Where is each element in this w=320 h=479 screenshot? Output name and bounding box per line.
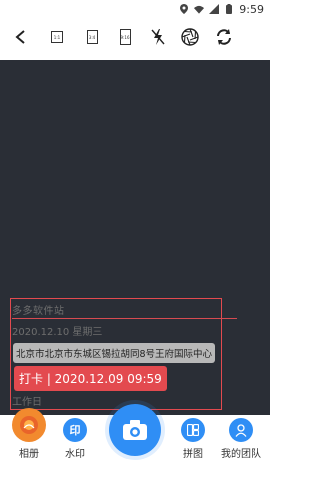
nav-album[interactable]: 相册 (4, 408, 54, 460)
nav-collage-label: 拼图 (183, 449, 203, 460)
watermark-icon: 印 (63, 418, 87, 442)
watermark-date: 2020.12.10 星期三 (12, 327, 103, 338)
ratio-9-16-button[interactable]: 9:16 (113, 25, 137, 49)
switch-camera-button[interactable] (212, 25, 236, 49)
battery-icon (224, 4, 234, 14)
nav-team[interactable]: 我的团队 (216, 418, 266, 460)
watermark-divider (12, 318, 237, 319)
wifi-icon (194, 4, 205, 14)
nav-collage[interactable]: 拼图 (168, 418, 218, 460)
status-bar: 9:59 (0, 0, 270, 18)
location-icon (179, 4, 189, 14)
flash-button[interactable] (146, 25, 170, 49)
flash-off-icon (151, 29, 165, 45)
ratio-1-1-icon: 1:1 (51, 31, 63, 43)
signal-icon (209, 4, 220, 14)
back-button[interactable] (9, 25, 33, 49)
collage-icon (181, 418, 205, 442)
ratio-1-1-button[interactable]: 1:1 (45, 25, 69, 49)
team-icon (229, 418, 253, 442)
watermark-site-name: 多多软件站 (12, 306, 65, 317)
aperture-button[interactable] (178, 25, 202, 49)
shutter-button[interactable] (109, 404, 161, 456)
watermark-address: 北京市北京市东城区锡拉胡同8号王府国际中心 (13, 343, 216, 363)
aperture-icon (181, 28, 199, 46)
album-icon (12, 408, 46, 442)
ratio-9-16-icon: 9:16 (119, 29, 131, 45)
nav-watermark-label: 水印 (65, 449, 85, 460)
nav-team-label: 我的团队 (221, 449, 261, 460)
status-time: 9:59 (239, 2, 264, 16)
back-arrow-icon (15, 30, 25, 44)
nav-album-label: 相册 (19, 449, 39, 460)
switch-camera-icon (217, 29, 231, 45)
watermark-punch-badge: 打卡 | 2020.12.09 09:59 (14, 366, 167, 391)
watermark-workday: 工作日 (12, 397, 42, 408)
ratio-3-4-button[interactable]: 3:4 (80, 25, 104, 49)
nav-watermark[interactable]: 印 水印 (50, 418, 100, 460)
camera-icon (123, 420, 147, 440)
ratio-3-4-icon: 3:4 (86, 30, 98, 44)
camera-toolbar: 1:1 3:4 9:16 (0, 18, 270, 56)
